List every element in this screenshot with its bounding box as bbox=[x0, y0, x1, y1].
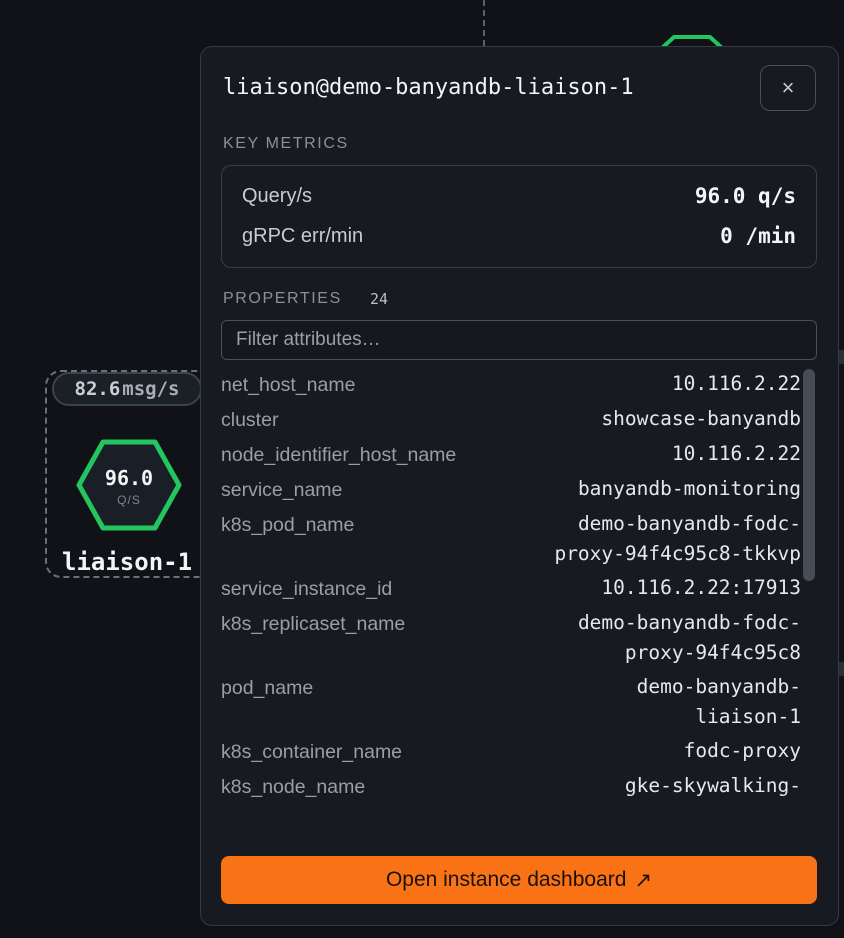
metric-name: gRPC err/min bbox=[242, 224, 364, 247]
property-value: 10.116.2.22 bbox=[671, 372, 801, 395]
property-key: net_host_name bbox=[221, 374, 356, 396]
panel-title: liaison@demo-banyandb-liaison-1 bbox=[223, 75, 634, 100]
edge-line bbox=[483, 0, 485, 46]
properties-count: 24 bbox=[370, 290, 389, 308]
property-value: banyandb-monitoring bbox=[577, 477, 801, 500]
property-value: 10.116.2.22:17913 bbox=[601, 576, 801, 599]
property-key: service_name bbox=[221, 479, 343, 501]
key-metrics-heading: KEY METRICS bbox=[223, 135, 349, 152]
property-row: service_name banyandb-monitoring bbox=[221, 472, 801, 507]
property-row: k8s_node_name gke-skywalking- bbox=[221, 769, 801, 804]
node-value: 96.0 bbox=[104, 466, 154, 490]
metric-value: 0 /min bbox=[720, 224, 796, 248]
property-value: showcase-banyandb bbox=[601, 407, 801, 430]
open-instance-dashboard-button[interactable]: Open instance dashboard ↗ bbox=[221, 856, 817, 904]
property-row: pod_name demo-banyandb-liaison-1 bbox=[221, 670, 801, 734]
property-row: k8s_container_name fodc-proxy bbox=[221, 734, 801, 769]
property-key: pod_name bbox=[221, 677, 314, 699]
property-key: k8s_pod_name bbox=[221, 514, 355, 536]
metric-value: 96.0 q/s bbox=[694, 184, 796, 208]
property-key: k8s_container_name bbox=[221, 741, 403, 763]
metric-row: Query/s 96.0 q/s bbox=[222, 180, 816, 212]
metric-row: gRPC err/min 0 /min bbox=[222, 220, 816, 252]
throughput-value: 82.6 bbox=[74, 378, 121, 400]
property-value: demo-banyandb-fodc-proxy-94f4c95c8 bbox=[577, 611, 801, 664]
property-key: k8s_replicaset_name bbox=[221, 613, 406, 635]
property-value: 10.116.2.22 bbox=[671, 442, 801, 465]
node-label[interactable]: liaison-1 bbox=[62, 548, 192, 576]
metric-name: Query/s bbox=[242, 184, 313, 207]
property-key: cluster bbox=[221, 409, 279, 431]
close-icon: × bbox=[781, 75, 795, 100]
instance-detail-panel: liaison@demo-banyandb-liaison-1 × KEY ME… bbox=[200, 46, 839, 926]
property-row: net_host_name 10.116.2.22 bbox=[221, 367, 801, 402]
property-row: cluster showcase-banyandb bbox=[221, 402, 801, 437]
property-value: demo-banyandb-fodc-proxy-94f4c95c8-tkkvp bbox=[554, 512, 801, 565]
property-row: k8s_replicaset_name demo-banyandb-fodc-p… bbox=[221, 606, 801, 670]
property-key: node_identifier_host_name bbox=[221, 444, 457, 466]
property-key: k8s_node_name bbox=[221, 776, 366, 798]
node-unit: Q/S bbox=[117, 493, 141, 507]
property-row: service_instance_id 10.116.2.22:17913 bbox=[221, 571, 801, 606]
key-metrics-box: Query/s 96.0 q/s gRPC err/min 0 /min bbox=[221, 165, 817, 268]
properties-list[interactable]: net_host_name 10.116.2.22 cluster showca… bbox=[221, 367, 801, 839]
property-row: node_identifier_host_name 10.116.2.22 bbox=[221, 437, 801, 472]
property-value: gke-skywalking- bbox=[624, 774, 801, 797]
close-button[interactable]: × bbox=[760, 65, 816, 111]
property-value: demo-banyandb-liaison-1 bbox=[636, 675, 801, 728]
properties-heading: PROPERTIES bbox=[223, 290, 342, 307]
property-value: fodc-proxy bbox=[683, 739, 801, 762]
list-fade bbox=[221, 817, 801, 841]
property-key: service_instance_id bbox=[221, 578, 393, 600]
external-link-icon: ↗ bbox=[634, 868, 653, 892]
throughput-badge: 82.6 msg/s bbox=[52, 372, 202, 406]
filter-attributes-input[interactable] bbox=[221, 320, 817, 360]
throughput-unit: msg/s bbox=[122, 378, 180, 400]
properties-scrollbar[interactable] bbox=[803, 369, 815, 581]
property-row: k8s_pod_name demo-banyandb-fodc-proxy-94… bbox=[221, 507, 801, 571]
open-button-label: Open instance dashboard bbox=[385, 868, 627, 891]
